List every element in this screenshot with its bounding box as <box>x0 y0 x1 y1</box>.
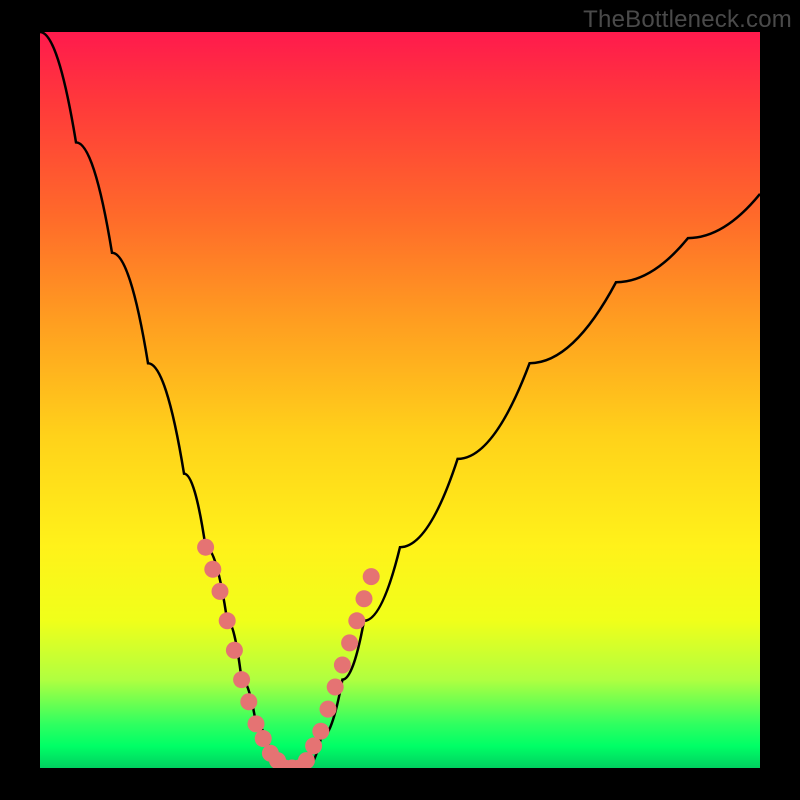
chart-plot-area <box>40 32 760 768</box>
watermark-text: TheBottleneck.com <box>583 6 792 34</box>
